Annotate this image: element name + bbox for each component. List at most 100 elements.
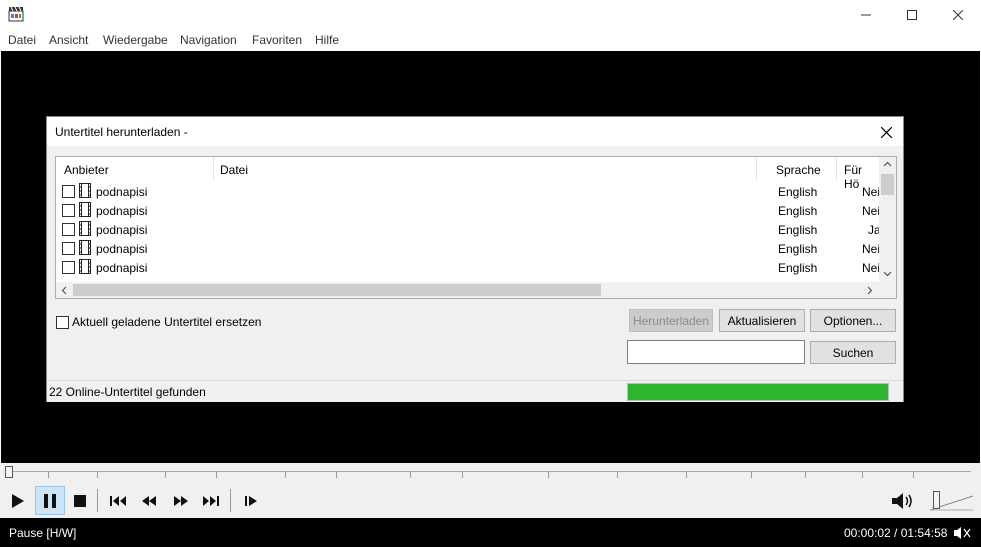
list-row[interactable]: podnapisi English Nei: [56, 258, 881, 277]
row-hearing-impaired: Nei: [862, 242, 881, 256]
fast-forward-button[interactable]: [166, 486, 196, 515]
row-language: English: [778, 185, 818, 199]
audio-indicator-icon: [954, 527, 971, 539]
horizontal-scroll-thumb[interactable]: [73, 284, 601, 296]
column-divider[interactable]: [756, 157, 757, 181]
time-display: 00:00:02 / 01:54:58: [844, 526, 948, 540]
dialog-title-bar: Untertitel herunterladen -: [47, 117, 903, 146]
row-provider: podnapisi: [96, 204, 148, 218]
menu-datei[interactable]: Datei: [8, 33, 36, 47]
menu-wiedergabe[interactable]: Wiedergabe: [103, 33, 168, 47]
skip-previous-icon: [110, 495, 126, 506]
subtitle-file-icon: [79, 183, 91, 198]
title-bar: [0, 0, 981, 30]
dialog-close-button[interactable]: [875, 121, 897, 143]
subtitle-file-icon: [79, 240, 91, 255]
chevron-right-icon: [867, 286, 873, 295]
list-row[interactable]: podnapisi English Nei: [56, 201, 880, 220]
column-header-language[interactable]: Sprache: [776, 163, 821, 177]
search-button[interactable]: Suchen: [810, 341, 896, 364]
row-checkbox[interactable]: [62, 185, 75, 198]
seek-tick: [751, 472, 752, 478]
subtitle-list[interactable]: Anbieter Datei Sprache Für Hö podnapisi …: [55, 156, 897, 299]
column-divider[interactable]: [213, 157, 214, 181]
dialog-status-bar: 22 Online-Untertitel gefunden: [47, 380, 903, 402]
seek-tick: [913, 472, 914, 478]
vertical-scroll-thumb[interactable]: [881, 174, 894, 195]
vertical-scrollbar[interactable]: [879, 157, 896, 282]
subtitle-file-icon: [79, 202, 91, 217]
replace-subtitles-label[interactable]: Aktuell geladene Untertitel ersetzen: [72, 315, 261, 329]
subtitle-file-icon: [79, 221, 91, 236]
seek-tick: [336, 472, 337, 478]
list-row[interactable]: podnapisi English Nei: [56, 182, 880, 201]
film-clapper-icon: [8, 6, 24, 22]
close-icon: [880, 126, 892, 138]
menu-hilfe[interactable]: Hilfe: [315, 33, 339, 47]
volume-thumb[interactable]: [933, 491, 940, 509]
stop-button[interactable]: [65, 486, 95, 515]
previous-button[interactable]: [103, 486, 133, 515]
menu-ansicht[interactable]: Ansicht: [49, 33, 88, 47]
horizontal-scrollbar[interactable]: [56, 282, 896, 298]
column-divider[interactable]: [836, 157, 837, 181]
seek-track[interactable]: [5, 471, 971, 472]
row-provider: podnapisi: [96, 242, 148, 256]
next-button[interactable]: [196, 486, 226, 515]
play-button[interactable]: [3, 486, 33, 515]
seek-tick: [862, 472, 863, 478]
search-input[interactable]: [627, 340, 805, 364]
maximize-button[interactable]: [889, 0, 935, 30]
seek-tick: [686, 472, 687, 478]
minimize-button[interactable]: [843, 0, 889, 30]
list-row[interactable]: podnapisi English Nei: [56, 239, 881, 258]
close-button[interactable]: [935, 0, 981, 30]
toolbar-divider: [230, 489, 231, 512]
seek-tick: [48, 472, 49, 478]
frame-step-icon: [245, 495, 257, 506]
pause-button[interactable]: [35, 486, 65, 515]
download-button[interactable]: Herunterladen: [629, 309, 713, 332]
rewind-button[interactable]: [134, 486, 164, 515]
list-row[interactable]: podnapisi English Ja: [56, 220, 881, 239]
rewind-icon: [142, 495, 156, 506]
row-checkbox[interactable]: [62, 223, 75, 236]
search-progress-fill: [628, 384, 888, 400]
play-icon: [12, 493, 24, 508]
seek-thumb[interactable]: [5, 466, 13, 478]
toolbar-divider: [97, 489, 98, 512]
row-checkbox[interactable]: [62, 242, 75, 255]
replace-subtitles-checkbox[interactable]: [56, 316, 69, 329]
mute-button[interactable]: [887, 486, 917, 515]
minimize-icon: [861, 14, 871, 16]
column-header-file[interactable]: Datei: [220, 163, 248, 177]
row-hearing-impaired: Nei: [862, 261, 881, 275]
chevron-left-icon: [61, 286, 67, 295]
row-language: English: [778, 261, 818, 275]
stop-icon: [74, 494, 86, 507]
subtitle-download-dialog: Untertitel herunterladen - Anbieter Date…: [46, 116, 904, 402]
menu-favoriten[interactable]: Favoriten: [252, 33, 302, 47]
frame-step-button[interactable]: [236, 486, 266, 515]
row-checkbox[interactable]: [62, 261, 75, 274]
seek-tick: [462, 472, 463, 478]
menu-bar: Datei Ansicht Wiedergabe Navigation Favo…: [0, 30, 981, 51]
seek-tick: [548, 472, 549, 478]
row-provider: podnapisi: [96, 185, 148, 199]
volume-slider[interactable]: [928, 491, 974, 511]
chevron-up-icon: [883, 161, 892, 167]
row-checkbox[interactable]: [62, 204, 75, 217]
seek-tick: [97, 472, 98, 478]
seek-tick: [216, 472, 217, 478]
seek-tick: [165, 472, 166, 478]
search-progress-bar: [627, 383, 889, 401]
menu-navigation[interactable]: Navigation: [180, 33, 237, 47]
refresh-button[interactable]: Aktualisieren: [719, 309, 805, 332]
seek-bar[interactable]: [0, 463, 981, 483]
subtitle-file-icon: [79, 259, 91, 274]
seek-tick: [410, 472, 411, 478]
options-button[interactable]: Optionen...: [810, 309, 896, 332]
column-header-provider[interactable]: Anbieter: [64, 163, 109, 177]
skip-next-icon: [203, 495, 219, 506]
playback-state-text: Pause [H/W]: [9, 526, 77, 540]
